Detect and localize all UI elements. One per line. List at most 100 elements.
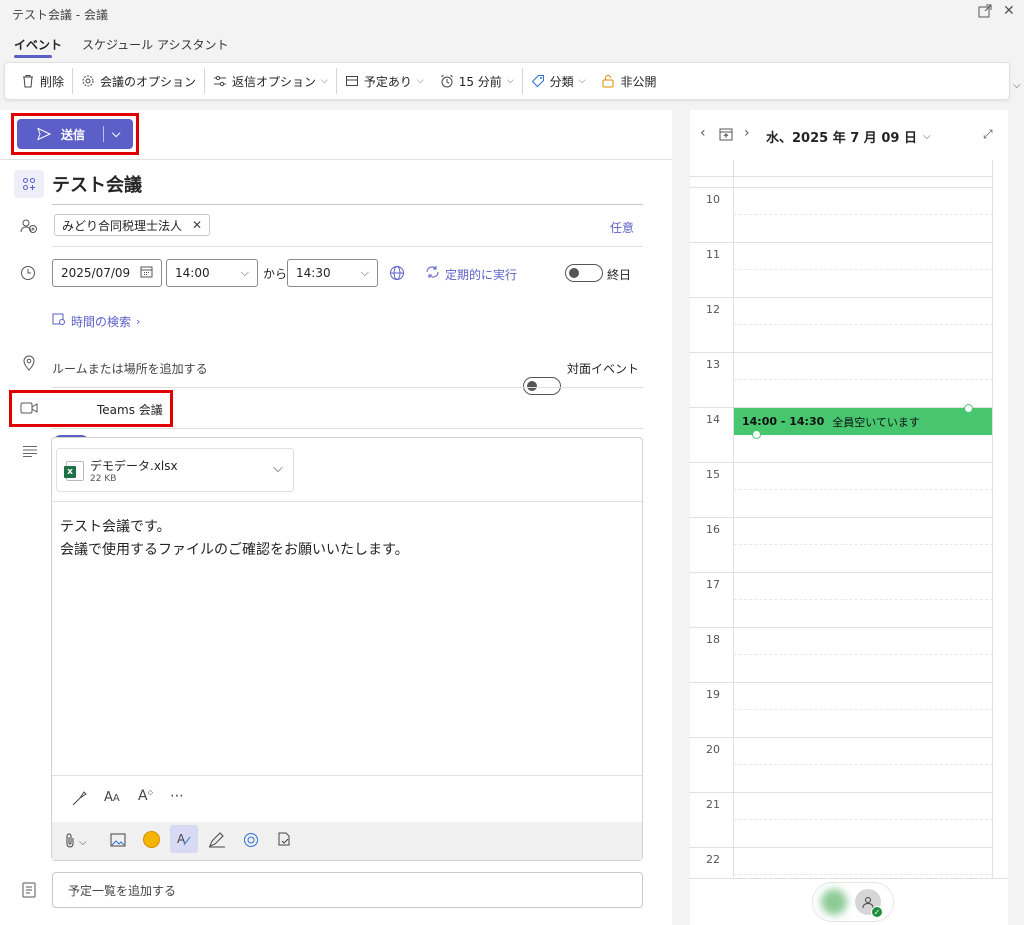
sliders-icon bbox=[213, 74, 227, 88]
chevron-down-icon: ⌵ bbox=[922, 131, 931, 142]
start-time-value: 14:00 bbox=[175, 266, 210, 280]
all-day-toggle[interactable] bbox=[565, 264, 603, 282]
image-icon[interactable] bbox=[110, 833, 126, 851]
private-button[interactable]: 非公開 bbox=[593, 67, 664, 95]
today-icon[interactable] bbox=[719, 127, 733, 145]
attach-file-button[interactable]: ⌵ bbox=[64, 832, 87, 852]
event-title-input[interactable]: テスト会議 bbox=[52, 171, 142, 197]
repeat-icon bbox=[425, 265, 440, 283]
find-time-link[interactable]: 時間の検索 › bbox=[52, 312, 140, 330]
divider bbox=[0, 159, 672, 160]
calendar-icon[interactable] bbox=[140, 265, 153, 281]
popout-icon[interactable] bbox=[978, 4, 992, 22]
recurrence-label: 定期的に実行 bbox=[445, 267, 518, 282]
text-effects-icon[interactable]: A◇ bbox=[138, 788, 153, 804]
tab-scheduling-assistant[interactable]: スケジュール アシスタント bbox=[82, 36, 229, 53]
chevron-down-icon: ⌵ bbox=[578, 76, 586, 86]
send-icon bbox=[37, 127, 51, 141]
attendee-chip[interactable]: みどり合同税理士法人 ✕ bbox=[54, 214, 211, 236]
font-size-icon[interactable]: AA bbox=[104, 790, 120, 805]
body-text-line: テスト会議です。 bbox=[60, 519, 171, 535]
loop-icon[interactable] bbox=[243, 832, 259, 852]
show-as-button[interactable]: 予定あり ⌵ bbox=[337, 67, 432, 95]
reminder-button[interactable]: 15 分前 ⌵ bbox=[432, 67, 522, 95]
clock-icon bbox=[20, 265, 36, 285]
previous-day-icon[interactable]: ‹ bbox=[700, 125, 706, 141]
divider bbox=[52, 387, 643, 388]
categorize-button[interactable]: 分類 ⌵ bbox=[523, 67, 594, 95]
all-day-label: 終日 bbox=[607, 268, 632, 282]
paperclip-icon bbox=[64, 832, 76, 852]
expand-icon[interactable]: ⤢ bbox=[983, 127, 993, 142]
hour-label: 18 bbox=[706, 633, 720, 646]
hour-label: 15 bbox=[706, 468, 720, 481]
optional-attendees-link[interactable]: 任意 bbox=[610, 219, 634, 236]
hour-label: 11 bbox=[706, 248, 720, 261]
hour-line bbox=[690, 176, 993, 177]
hour-label: 19 bbox=[706, 688, 720, 701]
location-input[interactable]: ルームまたは場所を追加する bbox=[52, 360, 208, 377]
half-hour-line bbox=[734, 214, 993, 215]
attachment-card[interactable]: x デモデータ.xlsx 22 KB ⌵ bbox=[56, 448, 294, 492]
teams-meeting-label: Teams 会議 bbox=[97, 403, 163, 417]
tag-icon bbox=[531, 74, 545, 88]
emoji-icon[interactable] bbox=[143, 831, 160, 848]
categorize-label: 分類 bbox=[549, 74, 574, 89]
start-date-value: 2025/07/09 bbox=[61, 266, 131, 280]
attendee-availability-chip[interactable]: ✓ bbox=[812, 882, 894, 922]
in-person-label: 対面イベント bbox=[567, 362, 640, 376]
calendar-busy-icon bbox=[345, 74, 359, 88]
find-time-label: 時間の検索 bbox=[71, 314, 132, 329]
delete-button[interactable]: 削除 bbox=[13, 67, 72, 95]
format-painter-icon[interactable] bbox=[72, 790, 88, 810]
send-options-chevron-icon[interactable]: ⌵ bbox=[112, 127, 120, 141]
reply-options-button[interactable]: 返信オプション ⌵ bbox=[205, 67, 336, 95]
send-button[interactable]: 送信 ⌵ bbox=[17, 119, 133, 149]
hour-label: 17 bbox=[706, 578, 720, 591]
attachment-chevron-down-icon[interactable]: ⌵ bbox=[273, 461, 283, 476]
avatar bbox=[821, 889, 847, 915]
half-hour-line bbox=[734, 489, 993, 490]
start-date-field[interactable]: 2025/07/09 bbox=[52, 259, 162, 287]
approval-icon[interactable] bbox=[276, 831, 292, 851]
next-day-icon[interactable]: › bbox=[744, 125, 750, 141]
delete-label: 削除 bbox=[40, 74, 65, 89]
meeting-options-button[interactable]: 会議のオプション bbox=[73, 67, 204, 95]
hour-label: 10 bbox=[706, 193, 720, 206]
more-options-icon[interactable]: ⋯ bbox=[170, 788, 184, 804]
agenda-input[interactable]: 予定一覧を追加する bbox=[52, 872, 643, 908]
tab-event[interactable]: イベント bbox=[14, 36, 62, 53]
end-time-select[interactable]: 14:30 ⌵ bbox=[287, 259, 378, 287]
hour-line bbox=[690, 682, 993, 683]
meeting-options-label: 会議のオプション bbox=[100, 74, 197, 89]
event-type-icon[interactable] bbox=[14, 170, 44, 198]
calendar-date-label: 水、2025 年 7 月 09 日 bbox=[766, 131, 917, 146]
ribbon-expand-icon[interactable]: ⌵ bbox=[1013, 80, 1021, 91]
close-icon[interactable]: ✕ bbox=[1003, 3, 1015, 19]
hour-line bbox=[690, 572, 993, 573]
remove-attendee-icon[interactable]: ✕ bbox=[192, 218, 202, 232]
body-text-line: 会議で使用するファイルのご確認をお願いいたします。 bbox=[60, 542, 409, 558]
event-resize-handle-bottom[interactable] bbox=[752, 430, 761, 439]
calendar-right-border bbox=[992, 160, 993, 878]
globe-icon[interactable] bbox=[389, 265, 405, 285]
excel-file-icon: x bbox=[64, 461, 84, 481]
chevron-down-icon: ⌵ bbox=[240, 266, 249, 279]
hour-line bbox=[690, 242, 993, 243]
pen-draw-icon[interactable] bbox=[208, 832, 226, 852]
private-label: 非公開 bbox=[620, 74, 657, 89]
in-person-toggle[interactable] bbox=[523, 377, 561, 395]
time-column-divider bbox=[733, 160, 734, 878]
chevron-down-icon: ⌵ bbox=[506, 76, 514, 86]
event-block[interactable]: 14:00 - 14:30 全員空いています bbox=[734, 408, 992, 435]
half-hour-line bbox=[734, 764, 993, 765]
hour-label: 13 bbox=[706, 358, 720, 371]
editor-icon[interactable]: A bbox=[170, 825, 198, 853]
start-time-select[interactable]: 14:00 ⌵ bbox=[166, 259, 258, 287]
hour-label: 22 bbox=[706, 853, 720, 866]
calendar-date-picker[interactable]: 水、2025 年 7 月 09 日 ⌵ bbox=[766, 127, 931, 146]
chevron-down-icon: ⌵ bbox=[321, 76, 328, 86]
event-resize-handle-top[interactable] bbox=[964, 404, 973, 413]
hour-line bbox=[690, 462, 993, 463]
recurrence-button[interactable]: 定期的に実行 bbox=[425, 265, 517, 283]
